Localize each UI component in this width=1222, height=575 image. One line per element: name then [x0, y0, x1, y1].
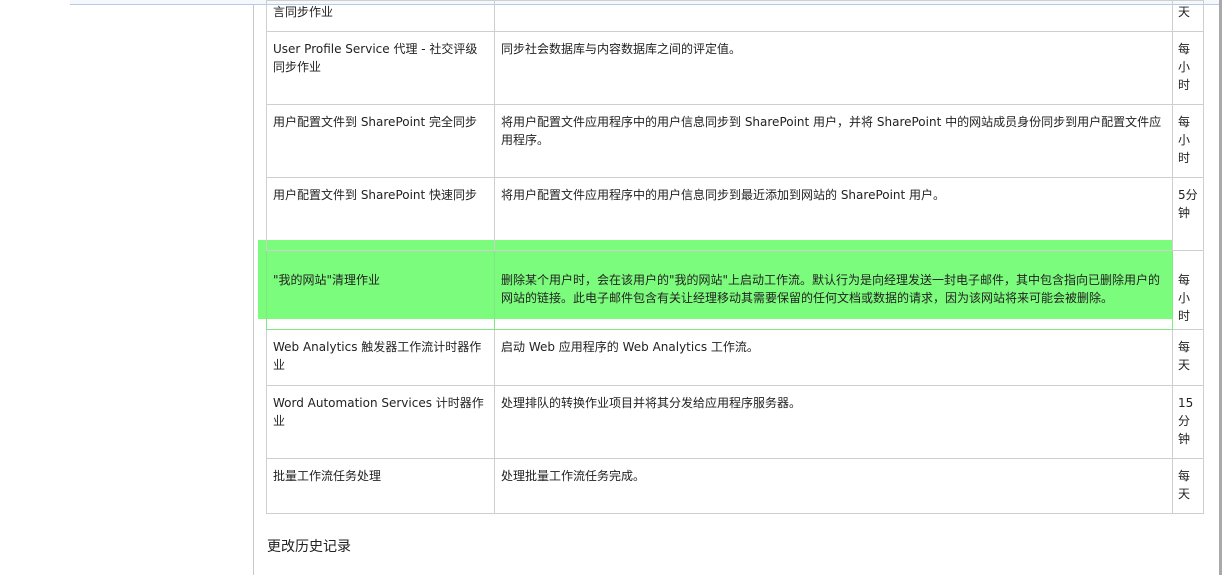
- job-description-cell: 启动 Web 应用程序的 Web Analytics 工作流。: [494, 329, 1173, 386]
- table-row: "我的网站"清理作业 删除某个用户时，会在该用户的"我的网站"上启动工作流。默认…: [266, 250, 1204, 330]
- table-row: 用户配置文件到 SharePoint 快速同步 将用户配置文件应用程序中的用户信…: [266, 177, 1204, 251]
- section-title-change-history: 更改历史记录: [267, 539, 351, 555]
- job-description-cell: 将用户配置文件应用程序中的用户信息同步到 SharePoint 用户，并将 Sh…: [494, 104, 1173, 178]
- job-description-cell: 将用户配置文件应用程序中的用户信息同步到最近添加到网站的 SharePoint …: [494, 177, 1173, 251]
- table-row: 用户配置文件到 SharePoint 完全同步 将用户配置文件应用程序中的用户信…: [266, 104, 1204, 178]
- job-description-cell: 删除某个用户时，会在该用户的"我的网站"上启动工作流。默认行为是向经理发送一封电…: [494, 250, 1173, 330]
- table-row: 言同步作业 天: [266, 0, 1204, 32]
- job-frequency-cell: 每小时: [1172, 250, 1204, 330]
- job-name-cell: Word Automation Services 计时器作业: [266, 385, 495, 459]
- table-row: Web Analytics 触发器工作流计时器作业 启动 Web 应用程序的 W…: [266, 329, 1204, 386]
- job-description-cell: 处理排队的转换作业项目并将其分发给应用程序服务器。: [494, 385, 1173, 459]
- job-name-cell: 用户配置文件到 SharePoint 完全同步: [266, 104, 495, 178]
- job-name-cell: Web Analytics 触发器工作流计时器作业: [266, 329, 495, 386]
- job-name-cell: 用户配置文件到 SharePoint 快速同步: [266, 177, 495, 251]
- job-frequency-cell: 天: [1172, 0, 1204, 32]
- table-row: User Profile Service 代理 - 社交评级同步作业 同步社会数…: [266, 31, 1204, 105]
- job-description-cell: [494, 0, 1173, 32]
- job-name-cell: 批量工作流任务处理: [266, 458, 495, 514]
- table-row: Word Automation Services 计时器作业 处理排队的转换作业…: [266, 385, 1204, 459]
- timer-jobs-table: 言同步作业 天 User Profile Service 代理 - 社交评级同步…: [266, 0, 1204, 514]
- job-frequency-cell: 每天: [1172, 329, 1204, 386]
- table-row: 批量工作流任务处理 处理批量工作流任务完成。 每天: [266, 458, 1204, 514]
- job-name-cell: "我的网站"清理作业: [266, 250, 495, 330]
- job-description-cell: 同步社会数据库与内容数据库之间的评定值。: [494, 31, 1173, 105]
- job-description-cell: 处理批量工作流任务完成。: [494, 458, 1173, 514]
- job-frequency-cell: 5分钟: [1172, 177, 1204, 251]
- job-name-cell: User Profile Service 代理 - 社交评级同步作业: [266, 31, 495, 105]
- job-frequency-cell: 每小时: [1172, 104, 1204, 178]
- job-frequency-cell: 每小时: [1172, 31, 1204, 105]
- job-frequency-cell: 每天: [1172, 458, 1204, 514]
- job-frequency-cell: 15分钟: [1172, 385, 1204, 459]
- job-name-cell: 言同步作业: [266, 0, 495, 32]
- left-pane: [0, 0, 254, 575]
